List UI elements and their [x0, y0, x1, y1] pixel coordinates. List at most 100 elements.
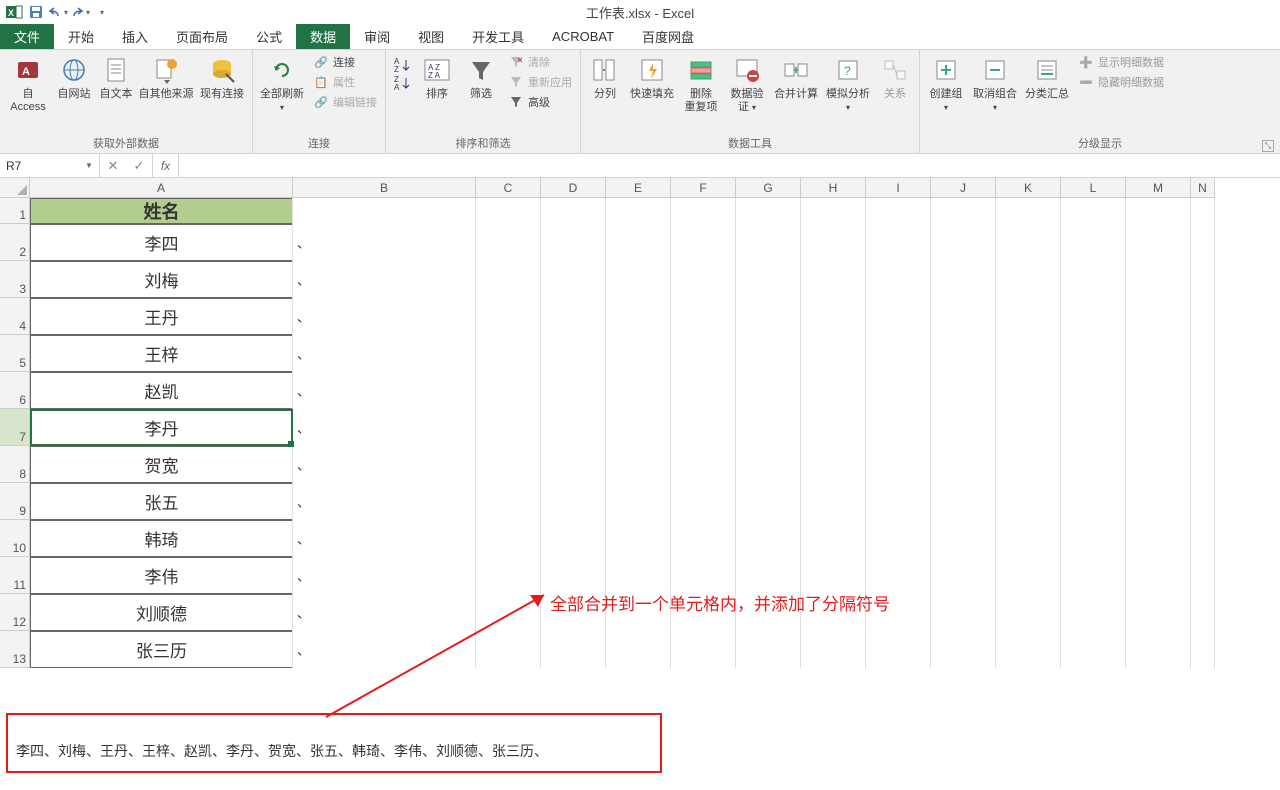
- col-header-G[interactable]: G: [736, 178, 801, 198]
- sort-button[interactable]: A ZZ A 排序: [416, 52, 458, 103]
- name-cell[interactable]: 贺宽: [30, 446, 293, 483]
- text-to-columns-button[interactable]: 分列: [585, 52, 625, 103]
- tab-视图[interactable]: 视图: [404, 24, 458, 49]
- tab-开始[interactable]: 开始: [54, 24, 108, 49]
- name-cell[interactable]: 刘梅: [30, 261, 293, 298]
- name-cell[interactable]: 王梓: [30, 335, 293, 372]
- name-cell[interactable]: 李丹: [30, 409, 293, 446]
- col-header-L[interactable]: L: [1061, 178, 1126, 198]
- sort-asc-button[interactable]: AZ: [392, 56, 412, 74]
- tick-cell[interactable]: 、: [293, 483, 323, 520]
- row-header-9[interactable]: 9: [0, 483, 30, 520]
- select-all-button[interactable]: [0, 178, 30, 198]
- save-icon[interactable]: [26, 2, 46, 22]
- flash-icon: [636, 54, 668, 86]
- name-cell[interactable]: 李伟: [30, 557, 293, 594]
- row-header-3[interactable]: 3: [0, 261, 30, 298]
- spreadsheet-grid[interactable]: ABCDEFGHIJKLMN 12345678910111213 姓名李四、刘梅…: [0, 178, 1280, 790]
- name-box[interactable]: R7 ▼: [0, 154, 100, 177]
- col-header-J[interactable]: J: [931, 178, 996, 198]
- row-header-7[interactable]: 7: [0, 409, 30, 446]
- consolidate-button[interactable]: 合并计算: [771, 52, 821, 103]
- row-header-6[interactable]: 6: [0, 372, 30, 409]
- col-header-B[interactable]: B: [293, 178, 476, 198]
- col-header-D[interactable]: D: [541, 178, 606, 198]
- col-header-A[interactable]: A: [30, 178, 293, 198]
- name-cell[interactable]: 李四: [30, 224, 293, 261]
- tick-cell[interactable]: 、: [293, 261, 323, 298]
- tab-开发工具[interactable]: 开发工具: [458, 24, 538, 49]
- name-cell[interactable]: 赵凯: [30, 372, 293, 409]
- name-box-dropdown-icon[interactable]: ▼: [81, 156, 97, 175]
- fx-icon[interactable]: fx: [153, 154, 179, 177]
- refresh-all-button[interactable]: 全部刷新▾: [257, 52, 307, 116]
- formula-input[interactable]: [179, 154, 1280, 177]
- col-header-K[interactable]: K: [996, 178, 1061, 198]
- col-header-I[interactable]: I: [866, 178, 931, 198]
- undo-icon[interactable]: [48, 2, 68, 22]
- row-header-4[interactable]: 4: [0, 298, 30, 335]
- col-header-H[interactable]: H: [801, 178, 866, 198]
- name-cell[interactable]: 刘顺德: [30, 594, 293, 631]
- tab-文件[interactable]: 文件: [0, 24, 54, 49]
- from-access-button[interactable]: A 自 Access: [4, 52, 52, 116]
- row-header-2[interactable]: 2: [0, 224, 30, 261]
- name-cell[interactable]: 张五: [30, 483, 293, 520]
- row-header-12[interactable]: 12: [0, 594, 30, 631]
- tick-cell[interactable]: 、: [293, 298, 323, 335]
- name-cell[interactable]: 王丹: [30, 298, 293, 335]
- col-header-F[interactable]: F: [671, 178, 736, 198]
- tick-cell[interactable]: 、: [293, 372, 323, 409]
- data-validation-button[interactable]: 数据验 证 ▾: [725, 52, 769, 116]
- tab-公式[interactable]: 公式: [242, 24, 296, 49]
- row-header-10[interactable]: 10: [0, 520, 30, 557]
- col-header-M[interactable]: M: [1126, 178, 1191, 198]
- connections-button[interactable]: 🔗连接: [309, 52, 381, 72]
- name-cell[interactable]: 韩琦: [30, 520, 293, 557]
- from-text-button[interactable]: 自文本: [96, 52, 136, 103]
- row-header-5[interactable]: 5: [0, 335, 30, 372]
- tick-cell[interactable]: 、: [293, 335, 323, 372]
- tick-cell[interactable]: 、: [293, 631, 323, 668]
- dialog-launcher-icon[interactable]: ⤡: [1262, 140, 1274, 152]
- from-other-sources-button[interactable]: 自其他来源: [138, 52, 194, 103]
- remove-duplicates-button[interactable]: 删除 重复项: [679, 52, 723, 116]
- group-get-external-data: A 自 Access 自网站 自文本 自其他来源 现有连接 获取外部数据: [0, 50, 253, 153]
- header-cell[interactable]: 姓名: [30, 198, 293, 224]
- tab-页面布局[interactable]: 页面布局: [162, 24, 242, 49]
- group-button[interactable]: 创建组▾: [924, 52, 968, 116]
- advanced-filter-button[interactable]: 高级: [504, 92, 576, 112]
- col-header-C[interactable]: C: [476, 178, 541, 198]
- tab-审阅[interactable]: 审阅: [350, 24, 404, 49]
- tab-百度网盘[interactable]: 百度网盘: [628, 24, 708, 49]
- row-header-11[interactable]: 11: [0, 557, 30, 594]
- name-cell[interactable]: 张三历: [30, 631, 293, 668]
- subtotal-button[interactable]: 分类汇总: [1022, 52, 1072, 103]
- ungroup-button[interactable]: 取消组合▾: [970, 52, 1020, 116]
- tab-数据[interactable]: 数据: [296, 24, 350, 49]
- enter-icon[interactable]: ✓: [126, 158, 152, 174]
- tick-cell[interactable]: 、: [293, 594, 323, 631]
- tick-cell[interactable]: 、: [293, 446, 323, 483]
- sort-desc-button[interactable]: ZA: [392, 74, 412, 92]
- col-header-E[interactable]: E: [606, 178, 671, 198]
- existing-connections-button[interactable]: 现有连接: [196, 52, 248, 103]
- row-header-13[interactable]: 13: [0, 631, 30, 668]
- tab-插入[interactable]: 插入: [108, 24, 162, 49]
- cancel-icon[interactable]: ✕: [100, 158, 126, 174]
- col-header-N[interactable]: N: [1191, 178, 1215, 198]
- whatif-button[interactable]: ? 模拟分析▾: [823, 52, 873, 116]
- filter-button[interactable]: 筛选: [460, 52, 502, 103]
- tick-cell[interactable]: 、: [293, 224, 323, 261]
- row-header-1[interactable]: 1: [0, 198, 30, 224]
- tick-cell[interactable]: 、: [293, 520, 323, 557]
- redo-icon[interactable]: [70, 2, 90, 22]
- row-headers: 12345678910111213: [0, 198, 30, 668]
- customize-qat-icon[interactable]: ▾: [92, 2, 112, 22]
- flash-fill-button[interactable]: 快速填充: [627, 52, 677, 103]
- tab-ACROBAT[interactable]: ACROBAT: [538, 24, 628, 49]
- from-web-button[interactable]: 自网站: [54, 52, 94, 103]
- tick-cell[interactable]: 、: [293, 409, 323, 446]
- tick-cell[interactable]: 、: [293, 557, 323, 594]
- row-header-8[interactable]: 8: [0, 446, 30, 483]
